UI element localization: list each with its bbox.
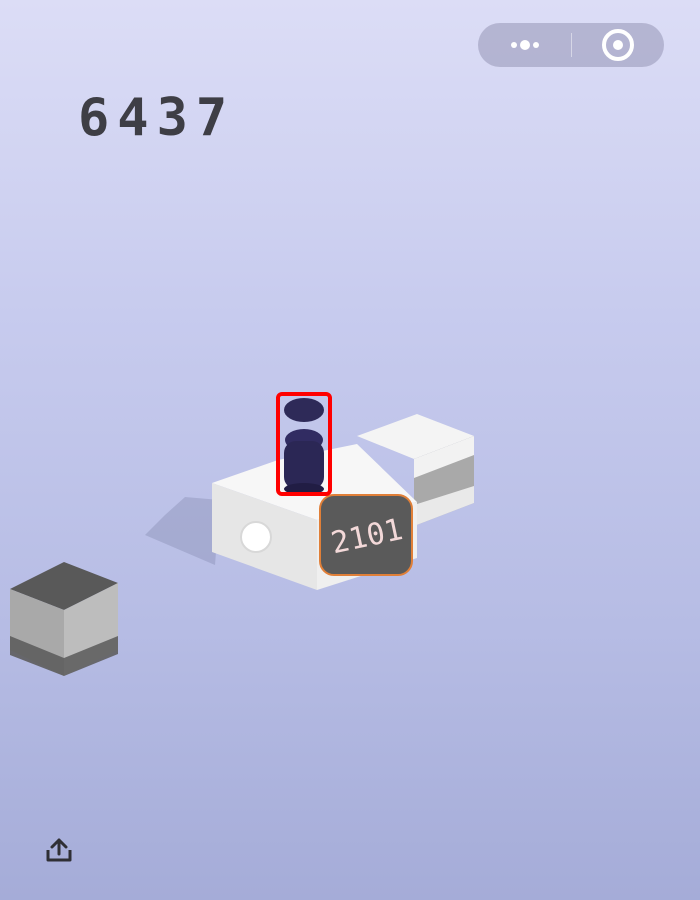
player-piece[interactable] [284,398,324,495]
share-upload-icon [46,838,72,862]
platform-disc [240,521,272,553]
game-scene[interactable]: 2101 [0,0,700,900]
share-button[interactable] [42,832,76,866]
cube-block [10,562,118,676]
platform-shadow [145,497,220,565]
